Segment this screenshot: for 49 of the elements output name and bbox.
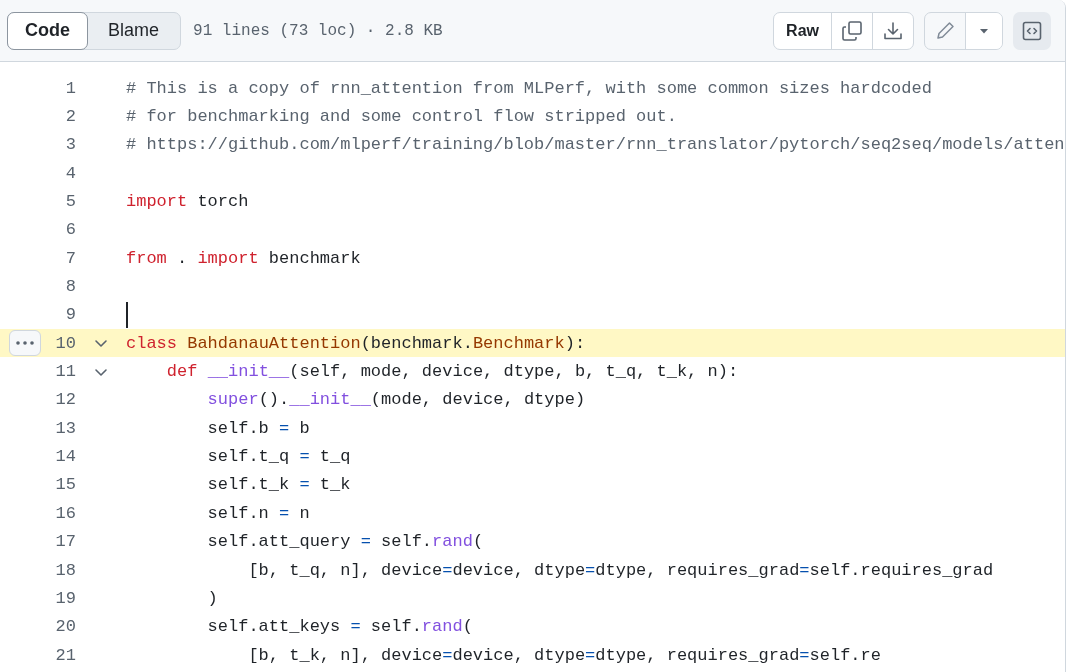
code-line: self.t_q = t_q: [206, 447, 351, 467]
line-number: 20: [54, 617, 76, 637]
code-line: # This is a copy of rnn_attention from MLPerf, with some common sizes hardcoded: [126, 78, 932, 98]
line-number: 17: [54, 532, 76, 552]
line-number: 18: [54, 560, 76, 580]
code-line: self.att_query = self.rand(: [206, 532, 484, 552]
line-number: 12: [54, 390, 76, 410]
view-tab[interactable]: Code: [7, 11, 88, 50]
code-line: self.n = n: [206, 503, 310, 523]
code-icon: [1021, 19, 1043, 42]
line-number: 11: [54, 362, 76, 382]
code-line: ): [206, 588, 218, 608]
view-tab[interactable]: Blame: [87, 12, 181, 49]
code-line: [b, t_q, n], device=device, dtype=dtype, requires_grad=self.requires_grad: [247, 560, 994, 580]
line-number: 5: [64, 192, 76, 212]
code-line: [b, t_k, n], device=device, dtype=dtype, requires_grad=self.re: [247, 645, 881, 665]
line-number: 19: [54, 588, 76, 608]
line-number: 15: [54, 475, 76, 495]
code-line: import torch: [126, 192, 249, 212]
code-line: # https://github.com/mlperf/training/blob/master/rnn_translator/pytorch/seq2seq/models/atten: [126, 135, 1065, 155]
code-line: # for benchmarking and some control flow stripped out.: [126, 107, 677, 126]
line-number: 9: [64, 305, 76, 325]
line-number: 16: [54, 503, 76, 523]
line-number: 6: [64, 220, 76, 240]
ellipsis-icon: [16, 341, 34, 346]
more-button[interactable]: [9, 330, 41, 357]
copy-icon: [841, 19, 863, 42]
caret-down-icon: [978, 26, 990, 35]
line-number: 1: [64, 78, 76, 98]
file-info: 91 lines (73 loc) · 2.8 KB: [193, 21, 443, 40]
line-number: 14: [54, 447, 76, 467]
line-number: 3: [64, 135, 76, 155]
line-number: 8: [64, 277, 76, 297]
code-line: self.t_k = t_k: [206, 475, 351, 495]
line-number: 13: [54, 418, 76, 438]
download-icon: [882, 19, 904, 42]
pencil-icon: [934, 19, 956, 42]
line-number: 7: [64, 248, 76, 268]
symbols-button[interactable]: [1013, 11, 1051, 50]
code-line: from . import benchmark: [126, 248, 361, 268]
line-number: 2: [64, 107, 76, 126]
code-line: class BahdanauAttention(benchmark.Benchmark):: [126, 333, 586, 353]
code-line: def __init__(self, mode, device, dtype, b, t_q, t_k, n):: [165, 362, 739, 382]
code-line: self.att_keys = self.rand(: [206, 617, 473, 637]
code-line: super().__init__(mode, device, dtype): [206, 390, 586, 410]
line-number: 4: [64, 163, 76, 183]
line-number: 10: [54, 333, 76, 353]
code-line: self.b = b: [206, 418, 310, 438]
line-number: 21: [54, 645, 76, 665]
